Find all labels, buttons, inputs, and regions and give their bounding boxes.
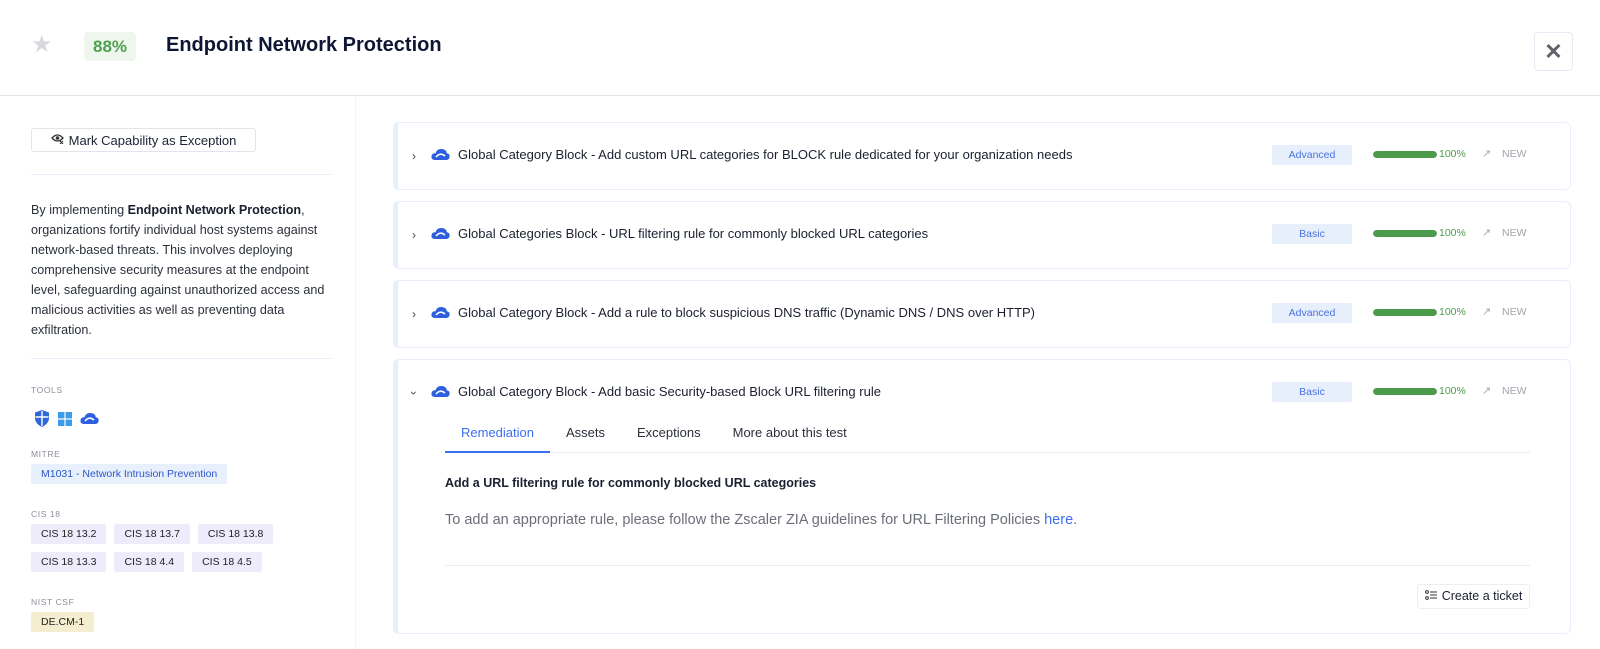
level-badge: Advanced [1272, 145, 1352, 165]
shield-defender-icon [34, 410, 50, 432]
level-badge: Advanced [1272, 303, 1352, 323]
create-ticket-label: Create a ticket [1441, 589, 1523, 603]
divider [31, 358, 332, 359]
tab-assets[interactable]: Assets [550, 416, 621, 453]
divider [31, 174, 332, 175]
mitre-tags: M1031 - Network Intrusion Prevention [31, 464, 228, 484]
mark-exception-label: Mark Capability as Exception [68, 132, 237, 148]
progress-bar [1373, 388, 1437, 395]
mark-exception-button[interactable]: Mark Capability as Exception [31, 128, 256, 152]
cis-tag[interactable]: CIS 18 13.3 [31, 552, 107, 572]
tab-remediation[interactable]: Remediation [445, 416, 550, 453]
close-button[interactable]: ✕ [1534, 32, 1573, 71]
nist-tag[interactable]: DE.CM-1 [31, 612, 95, 632]
windows-icon [58, 411, 72, 431]
zscaler-cloud-icon [431, 385, 450, 403]
remediation-text: To add an appropriate rule, please follo… [445, 512, 1077, 528]
test-card-header[interactable]: › Global Category Block - Add custom URL… [398, 123, 1570, 189]
capability-sidebar: Mark Capability as Exception By implemen… [0, 97, 356, 649]
test-title: Global Category Block - Add a rule to bl… [458, 305, 1036, 320]
test-card: › Global Categories Block - URL filterin… [393, 201, 1571, 269]
cis-label: CIS 18 [31, 509, 61, 519]
nist-tags: DE.CM-1 [31, 612, 95, 632]
cis-tag[interactable]: CIS 18 13.7 [114, 524, 190, 544]
cis-tag[interactable]: CIS 18 4.4 [114, 552, 185, 572]
guidelines-link[interactable]: here [1044, 512, 1073, 528]
page-title: Endpoint Network Protection [166, 34, 442, 56]
trend-icon: ↗ [1482, 148, 1492, 160]
zscaler-cloud-icon [80, 412, 99, 430]
zscaler-cloud-icon [431, 227, 450, 245]
star-icon[interactable]: ★ [31, 33, 53, 57]
nist-label: NIST CSF [31, 597, 75, 607]
progress-bar [1373, 309, 1437, 316]
test-card: › Global Category Block - Add a rule to … [393, 280, 1571, 348]
tools-list [34, 410, 99, 432]
progress-label: 100% [1439, 148, 1466, 160]
test-card-header[interactable]: › Global Categories Block - URL filterin… [398, 202, 1570, 268]
cis-tags-row: CIS 18 13.2 CIS 18 13.7 CIS 18 13.8 [31, 524, 274, 544]
cis-tags-row: CIS 18 13.3 CIS 18 4.4 CIS 18 4.5 [31, 552, 262, 572]
progress-label: 100% [1439, 385, 1466, 397]
close-icon: ✕ [1544, 38, 1563, 64]
status-label: NEW [1502, 148, 1527, 160]
mitre-tag[interactable]: M1031 - Network Intrusion Prevention [31, 464, 228, 484]
page-header: ★ 88% Endpoint Network Protection ✕ [0, 0, 1600, 96]
progress-fill [1373, 309, 1437, 316]
divider [445, 565, 1530, 566]
mitre-label: MITRE [31, 449, 61, 459]
cis-tag[interactable]: CIS 18 13.8 [197, 524, 274, 544]
progress-bar [1373, 151, 1437, 158]
status-label: NEW [1502, 385, 1527, 397]
chevron-right-icon[interactable]: › [412, 149, 416, 163]
remediation-end: . [1073, 512, 1078, 528]
eye-exception-icon [50, 133, 64, 147]
chevron-down-icon[interactable]: › [407, 391, 421, 395]
progress-fill [1373, 388, 1437, 395]
tab-exceptions[interactable]: Exceptions [621, 416, 717, 453]
remediation-body: To add an appropriate rule, please follo… [445, 512, 1045, 528]
zscaler-cloud-icon [431, 306, 450, 324]
progress-label: 100% [1439, 306, 1466, 318]
progress-label: 100% [1439, 227, 1466, 239]
description-text: , organizations fortify individual host … [31, 203, 325, 337]
capability-description: By implementing Endpoint Network Protect… [31, 200, 336, 340]
chevron-right-icon[interactable]: › [412, 307, 416, 321]
test-title: Global Category Block - Add custom URL c… [458, 147, 1073, 162]
cis-tag[interactable]: CIS 18 4.5 [192, 552, 262, 572]
level-badge: Basic [1272, 382, 1352, 402]
test-card-expanded: › Global Category Block - Add basic Secu… [393, 359, 1571, 634]
detail-tabs: Remediation Assets Exceptions More about… [445, 416, 1530, 453]
test-card: › Global Category Block - Add custom URL… [393, 122, 1571, 190]
trend-icon: ↗ [1482, 385, 1492, 397]
test-title: Global Category Block - Add basic Securi… [458, 384, 881, 399]
description-text: By implementing [31, 203, 128, 217]
status-label: NEW [1502, 306, 1527, 318]
create-ticket-button[interactable]: Create a ticket [1417, 584, 1530, 609]
chevron-right-icon[interactable]: › [412, 228, 416, 242]
cis-tag[interactable]: CIS 18 13.2 [31, 524, 107, 544]
progress-bar [1373, 230, 1437, 237]
tab-more-about[interactable]: More about this test [717, 416, 863, 453]
remediation-title: Add a URL filtering rule for commonly bl… [445, 476, 817, 490]
zscaler-cloud-icon [431, 148, 450, 166]
status-label: NEW [1502, 227, 1527, 239]
score-badge: 88% [84, 32, 137, 61]
test-card-header[interactable]: › Global Category Block - Add a rule to … [398, 281, 1570, 347]
progress-fill [1373, 151, 1437, 158]
ticket-list-icon [1424, 585, 1437, 608]
trend-icon: ↗ [1482, 227, 1492, 239]
test-title: Global Categories Block - URL filtering … [458, 226, 929, 241]
description-bold: Endpoint Network Protection [127, 203, 302, 217]
progress-fill [1373, 230, 1437, 237]
level-badge: Basic [1272, 224, 1352, 244]
trend-icon: ↗ [1482, 306, 1492, 318]
tools-label: TOOLS [31, 385, 63, 395]
